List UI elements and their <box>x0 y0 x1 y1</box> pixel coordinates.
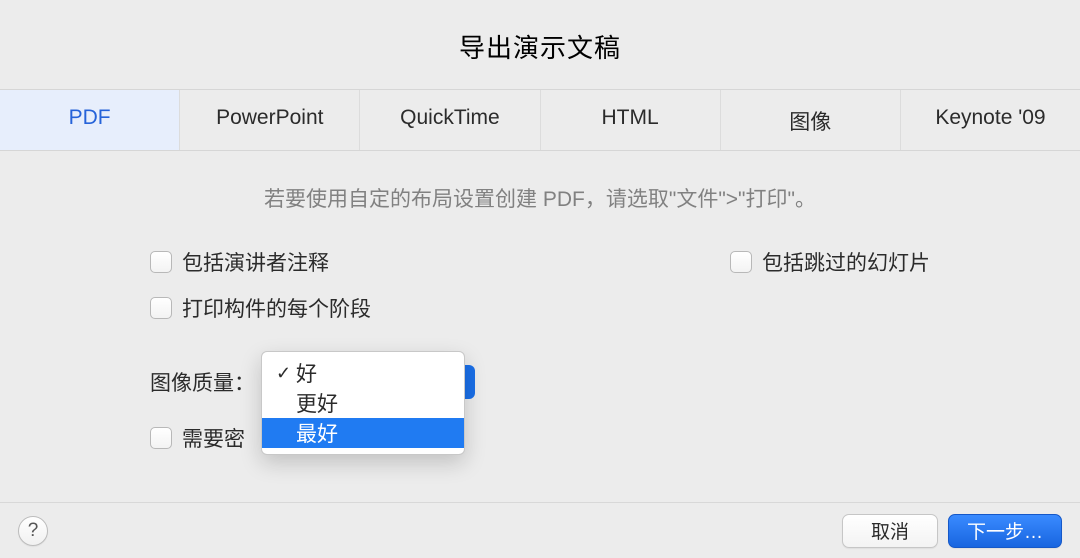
option-presenter-notes-row: 包括演讲者注释 <box>150 247 371 277</box>
tab-images[interactable]: 图像 <box>721 90 901 150</box>
image-quality-dropdown: ✓ 好 更好 最好 <box>261 351 465 455</box>
tab-html[interactable]: HTML <box>541 90 721 150</box>
label-skipped-slides: 包括跳过的幻灯片 <box>762 247 930 277</box>
dropdown-item-label: 好 <box>296 358 317 388</box>
label-print-stages: 打印构件的每个阶段 <box>182 293 371 323</box>
options-col-left: 包括演讲者注释 打印构件的每个阶段 <box>150 247 371 339</box>
checkbox-skipped-slides[interactable] <box>730 251 752 273</box>
tab-quicktime[interactable]: QuickTime <box>360 90 540 150</box>
image-quality-select[interactable]: ✓ 好 更好 最好 <box>261 365 475 399</box>
checkbox-print-stages[interactable] <box>150 297 172 319</box>
options-row: 包括演讲者注释 打印构件的每个阶段 包括跳过的幻灯片 <box>150 247 930 339</box>
dropdown-item-label: 最好 <box>296 418 338 448</box>
label-require-password: 需要密 <box>182 423 245 453</box>
option-print-stages-row: 打印构件的每个阶段 <box>150 293 371 323</box>
format-tabs: PDF PowerPoint QuickTime HTML 图像 Keynote… <box>0 89 1080 151</box>
tab-keynote09[interactable]: Keynote '09 <box>901 90 1080 150</box>
tab-pdf[interactable]: PDF <box>0 90 180 150</box>
dialog-title: 导出演示文稿 <box>0 0 1080 89</box>
export-dialog: 导出演示文稿 PDF PowerPoint QuickTime HTML 图像 … <box>0 0 1080 558</box>
checkbox-require-password[interactable] <box>150 427 172 449</box>
dialog-body: 若要使用自定的布局设置创建 PDF，请选取"文件">"打印"。 包括演讲者注释 … <box>0 151 1080 453</box>
dialog-footer: ? 取消 下一步… <box>0 502 1080 558</box>
checkmark-icon: ✓ <box>276 363 296 384</box>
tab-powerpoint[interactable]: PowerPoint <box>180 90 360 150</box>
image-quality-row: 图像质量： ✓ 好 更好 最好 <box>150 365 1020 399</box>
dropdown-item-good[interactable]: ✓ 好 <box>262 358 464 388</box>
option-skipped-slides-row: 包括跳过的幻灯片 <box>730 247 930 277</box>
instruction-text: 若要使用自定的布局设置创建 PDF，请选取"文件">"打印"。 <box>60 183 1020 213</box>
label-presenter-notes: 包括演讲者注释 <box>182 247 329 277</box>
dropdown-item-label: 更好 <box>296 388 338 418</box>
cancel-button[interactable]: 取消 <box>842 514 938 548</box>
dropdown-item-better[interactable]: 更好 <box>262 388 464 418</box>
options-col-right: 包括跳过的幻灯片 <box>730 247 930 339</box>
help-button[interactable]: ? <box>18 516 48 546</box>
dropdown-item-best[interactable]: 最好 <box>262 418 464 448</box>
checkbox-presenter-notes[interactable] <box>150 251 172 273</box>
next-button[interactable]: 下一步… <box>948 514 1062 548</box>
image-quality-label: 图像质量： <box>150 367 255 397</box>
